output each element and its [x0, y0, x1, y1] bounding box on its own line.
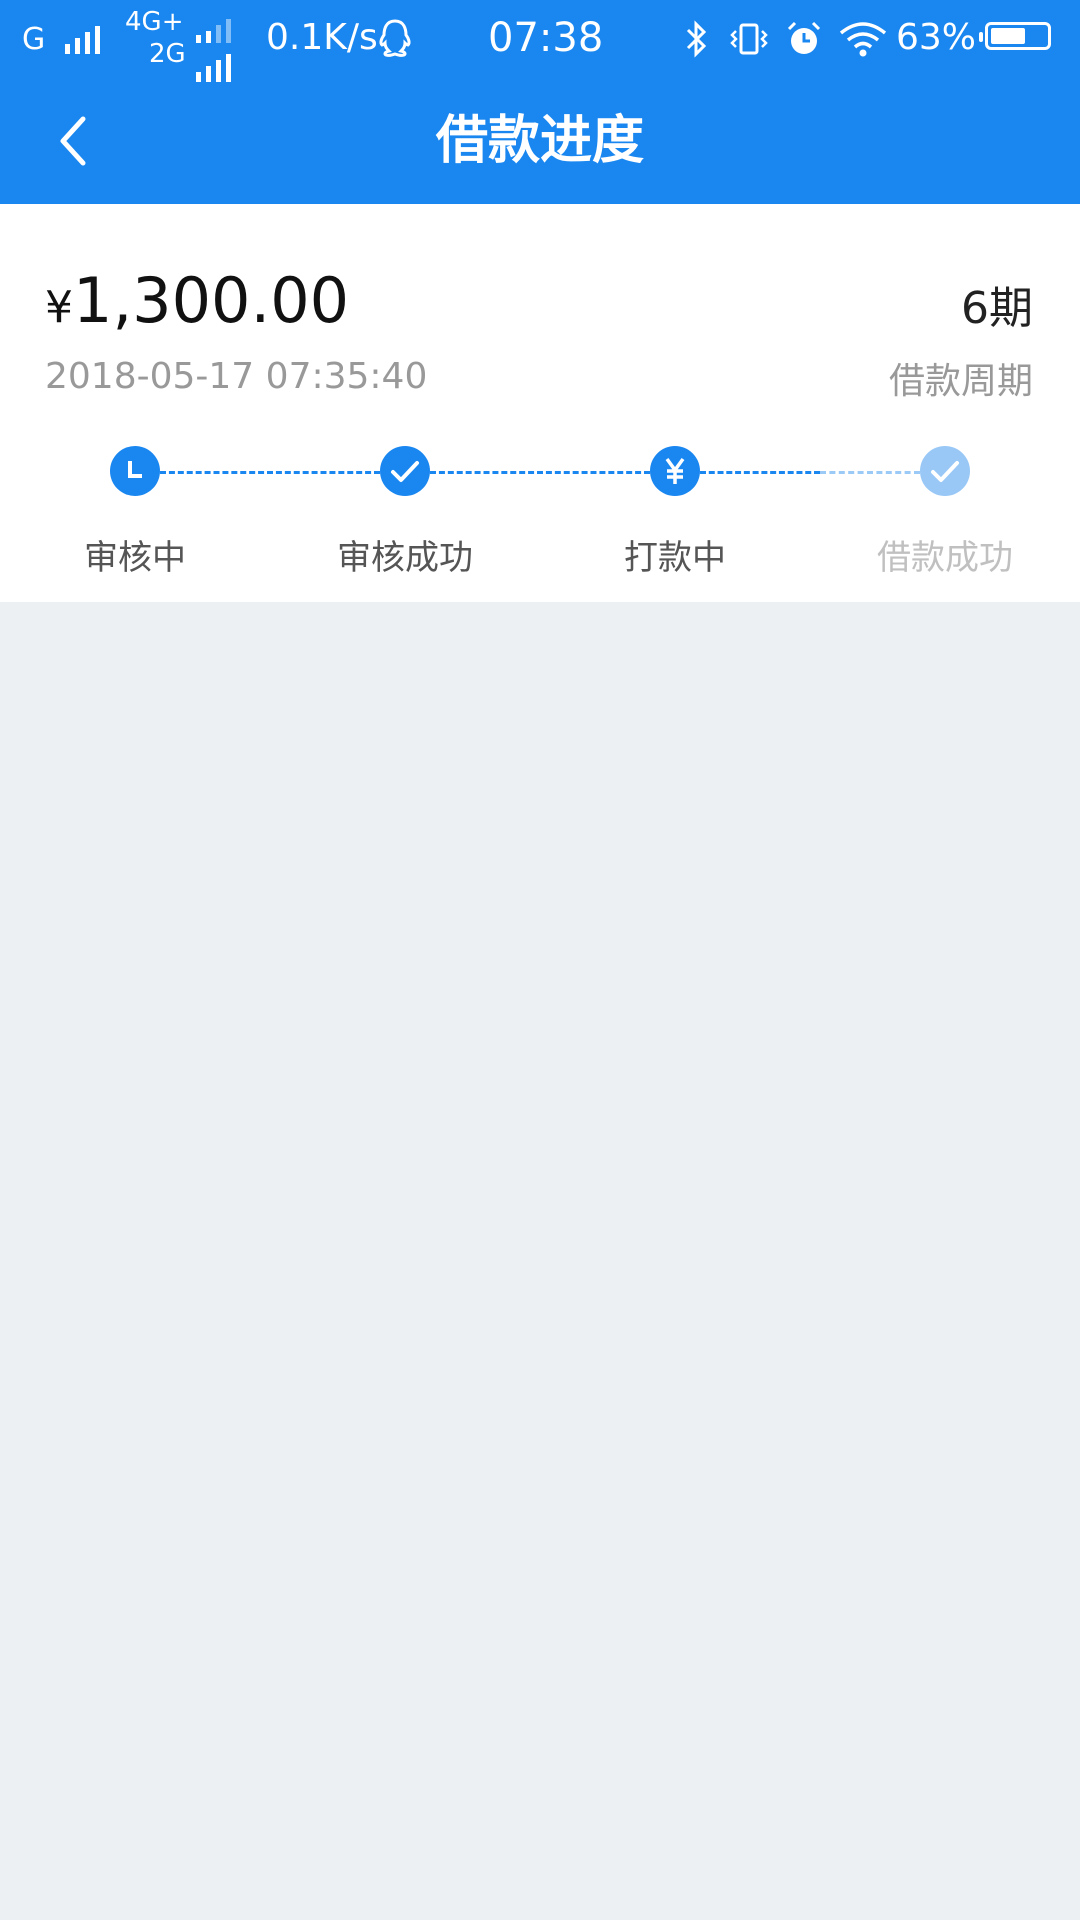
- page-title: 借款进度: [435, 111, 644, 171]
- loan-amount: ¥1,300.00: [45, 264, 349, 337]
- step-3-dot: [650, 446, 700, 496]
- clock-time: 07:38: [488, 15, 604, 61]
- battery-icon: [979, 22, 1051, 50]
- network-bottom-label: 2G: [149, 39, 186, 69]
- alarm-icon: [784, 14, 824, 62]
- step-2-label: 审核成功: [337, 538, 473, 578]
- loan-period-label: 借款周期: [888, 361, 1033, 402]
- step-1-dot: [110, 446, 160, 496]
- carrier-label: G: [22, 22, 46, 57]
- step-connector: [160, 471, 380, 474]
- step-2-dot: [380, 446, 430, 496]
- currency-symbol: ¥: [45, 282, 73, 333]
- step-1-label: 审核中: [84, 538, 186, 578]
- step-connector-pending: [820, 471, 920, 474]
- signal-bars-icon: [64, 24, 100, 54]
- amount-value: 1,300.00: [73, 264, 350, 337]
- loan-datetime: 2018-05-17 07:35:40: [45, 356, 428, 397]
- battery-percent: 63%: [896, 17, 977, 58]
- battery-fill: [991, 28, 1026, 44]
- step-4-label: 借款成功: [877, 538, 1013, 578]
- status-bar: G 4G+ 2G 0.1K/s 07:38 63%: [0, 0, 1080, 82]
- network-speed: 0.1K/s: [266, 17, 378, 58]
- empty-content-area: [0, 602, 1080, 1920]
- loan-progress-card: ¥1,300.00 2018-05-17 07:35:40 6期 借款周期 审核…: [0, 204, 1080, 602]
- step-connector: [430, 471, 650, 474]
- step-4-dot: [920, 446, 970, 496]
- navigation-bar: 借款进度: [0, 78, 1080, 204]
- wifi-icon: [838, 14, 888, 62]
- step-connector: [700, 471, 820, 474]
- network-type: 4G+ 2G: [125, 6, 186, 70]
- progress-steps: 审核中 审核成功 打款中 借款成功: [0, 444, 1080, 584]
- carrier-indicator: G: [22, 14, 100, 64]
- check-icon: [931, 461, 959, 482]
- top-bar: G 4G+ 2G 0.1K/s 07:38 63% 借款进度: [0, 0, 1080, 204]
- yen-icon: [665, 457, 685, 484]
- clock-icon: [128, 461, 142, 478]
- check-icon: [391, 461, 419, 482]
- bluetooth-icon: [682, 14, 710, 62]
- step-3-label: 打款中: [624, 538, 726, 578]
- qq-icon: [376, 14, 414, 62]
- loan-period-value: 6期: [961, 283, 1033, 334]
- vibrate-icon: [728, 14, 770, 62]
- network-top-label: 4G+: [125, 7, 184, 37]
- signal-bars-2-icon: [196, 6, 231, 82]
